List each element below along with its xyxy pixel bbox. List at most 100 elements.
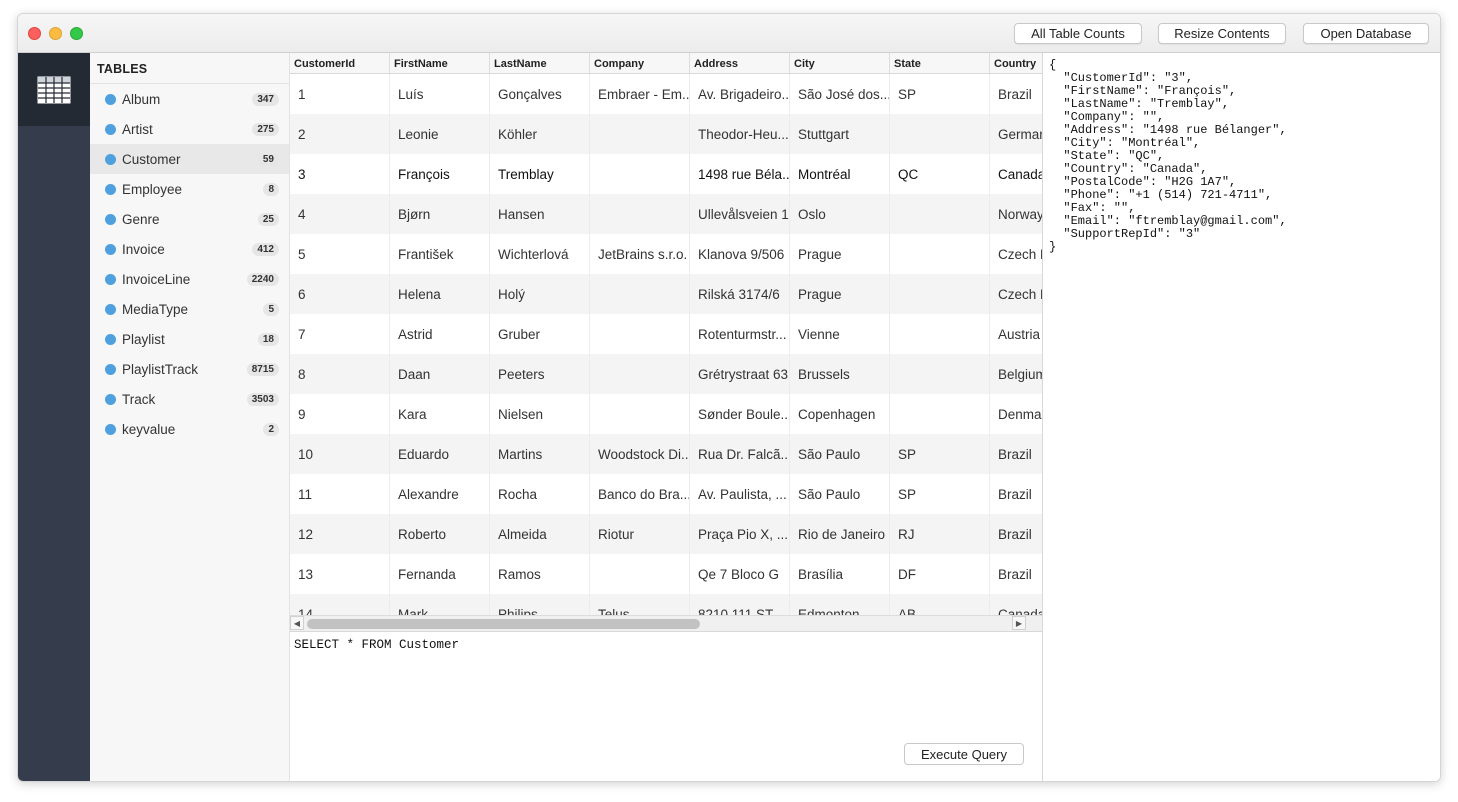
cell-city[interactable]: Montréal bbox=[790, 154, 890, 194]
column-header-customerid[interactable]: CustomerId bbox=[290, 53, 390, 74]
cell-state[interactable]: SP bbox=[890, 474, 990, 514]
cell-state[interactable]: DF bbox=[890, 554, 990, 594]
cell-country[interactable]: Brazil bbox=[990, 554, 1042, 594]
cell-state[interactable] bbox=[890, 394, 990, 434]
cell-city[interactable]: São José dos... bbox=[790, 74, 890, 114]
cell-country[interactable]: Denmark bbox=[990, 394, 1042, 434]
cell-customerid[interactable]: 2 bbox=[290, 114, 390, 154]
cell-city[interactable]: Prague bbox=[790, 274, 890, 314]
cell-firstname[interactable]: Alexandre bbox=[390, 474, 490, 514]
cell-city[interactable]: São Paulo bbox=[790, 434, 890, 474]
cell-customerid[interactable]: 13 bbox=[290, 554, 390, 594]
cell-lastname[interactable]: Holý bbox=[490, 274, 590, 314]
column-header-state[interactable]: State bbox=[890, 53, 990, 74]
cell-country[interactable]: Brazil bbox=[990, 474, 1042, 514]
cell-lastname[interactable]: Wichterlová bbox=[490, 234, 590, 274]
sidebar-item-track[interactable]: Track 3503 bbox=[90, 384, 289, 414]
cell-firstname[interactable]: Leonie bbox=[390, 114, 490, 154]
column-header-firstname[interactable]: FirstName bbox=[390, 53, 490, 74]
cell-country[interactable]: Austria bbox=[990, 314, 1042, 354]
cell-address[interactable]: Rilská 3174/6 bbox=[690, 274, 790, 314]
column-header-address[interactable]: Address bbox=[690, 53, 790, 74]
horizontal-scroll-thumb[interactable] bbox=[307, 619, 700, 629]
close-window-button[interactable] bbox=[28, 27, 41, 40]
cell-lastname[interactable]: Almeida bbox=[490, 514, 590, 554]
sidebar-item-keyvalue[interactable]: keyvalue 2 bbox=[90, 414, 289, 444]
table-row[interactable]: 6HelenaHolý Rilská 3174/6Prague Czech Repu… bbox=[290, 274, 1042, 314]
cell-customerid[interactable]: 8 bbox=[290, 354, 390, 394]
cell-city[interactable]: São Paulo bbox=[790, 474, 890, 514]
cell-company[interactable]: JetBrains s.r.o. bbox=[590, 234, 690, 274]
cell-city[interactable]: Copenhagen bbox=[790, 394, 890, 434]
cell-city[interactable]: Brussels bbox=[790, 354, 890, 394]
cell-state[interactable] bbox=[890, 234, 990, 274]
cell-state[interactable] bbox=[890, 194, 990, 234]
cell-company[interactable]: Banco do Bra... bbox=[590, 474, 690, 514]
table-row[interactable]: 4 Bjørn Hansen Ullevålsveien 14 Oslo Norway bbox=[290, 194, 1042, 234]
cell-address[interactable]: Av. Paulista, ... bbox=[690, 474, 790, 514]
cell-country[interactable]: Norway bbox=[990, 194, 1042, 234]
cell-state[interactable]: QC bbox=[890, 154, 990, 194]
sidebar-item-invoice[interactable]: Invoice 412 bbox=[90, 234, 289, 264]
column-header-lastname[interactable]: LastName bbox=[490, 53, 590, 74]
horizontal-scrollbar[interactable]: ◀ ▶ bbox=[290, 615, 1042, 631]
cell-address[interactable]: Theodor-Heu... bbox=[690, 114, 790, 154]
sidebar-item-artist[interactable]: Artist 275 bbox=[90, 114, 289, 144]
cell-firstname[interactable]: Kara bbox=[390, 394, 490, 434]
cell-company[interactable]: Embraer - Em... bbox=[590, 74, 690, 114]
cell-customerid[interactable]: 6 bbox=[290, 274, 390, 314]
cell-firstname[interactable]: František bbox=[390, 234, 490, 274]
cell-country[interactable]: Germany bbox=[990, 114, 1042, 154]
cell-state[interactable] bbox=[890, 354, 990, 394]
cell-firstname[interactable]: Eduardo bbox=[390, 434, 490, 474]
table-row[interactable]: 3 François Tremblay 1498 rue Béla... Montréa… bbox=[290, 154, 1042, 194]
cell-company[interactable]: Woodstock Di... bbox=[590, 434, 690, 474]
cell-firstname[interactable]: Bjørn bbox=[390, 194, 490, 234]
cell-lastname[interactable]: Ramos bbox=[490, 554, 590, 594]
cell-city[interactable]: Rio de Janeiro bbox=[790, 514, 890, 554]
cell-company[interactable] bbox=[590, 554, 690, 594]
cell-firstname[interactable]: Roberto bbox=[390, 514, 490, 554]
execute-query-button[interactable]: Execute Query bbox=[904, 743, 1024, 765]
cell-address[interactable]: Klanova 9/506 bbox=[690, 234, 790, 274]
cell-customerid[interactable]: 7 bbox=[290, 314, 390, 354]
table-row[interactable]: 5 František Wichterlová JetBrains s.r.o. Kla… bbox=[290, 234, 1042, 274]
table-row[interactable]: 11 Alexandre Rocha Banco do Bra... Av. Pauli… bbox=[290, 474, 1042, 514]
cell-address[interactable]: Ullevålsveien 14 bbox=[690, 194, 790, 234]
sidebar-item-employee[interactable]: Employee 8 bbox=[90, 174, 289, 204]
cell-state[interactable] bbox=[890, 274, 990, 314]
cell-customerid[interactable]: 1 bbox=[290, 74, 390, 114]
cell-customerid[interactable]: 9 bbox=[290, 394, 390, 434]
cell-city[interactable]: Oslo bbox=[790, 194, 890, 234]
cell-state[interactable]: SP bbox=[890, 74, 990, 114]
cell-company[interactable] bbox=[590, 314, 690, 354]
sidebar-item-album[interactable]: Album 347 bbox=[90, 84, 289, 114]
table-row[interactable]: 8 Daan Peeters Grétrystraat 63 Brussels Belgi… bbox=[290, 354, 1042, 394]
open-database-button[interactable]: Open Database bbox=[1303, 23, 1429, 44]
cell-firstname[interactable]: Daan bbox=[390, 354, 490, 394]
cell-country[interactable]: Belgium bbox=[990, 354, 1042, 394]
cell-firstname[interactable]: Helena bbox=[390, 274, 490, 314]
table-row[interactable]: 9 Kara Nielsen Sønder Boule... Copenhagen Den… bbox=[290, 394, 1042, 434]
arrow-right-icon[interactable]: ▶ bbox=[1012, 616, 1026, 630]
cell-company[interactable] bbox=[590, 394, 690, 434]
cell-customerid[interactable]: 12 bbox=[290, 514, 390, 554]
cell-firstname[interactable]: Fernanda bbox=[390, 554, 490, 594]
cell-company[interactable]: Riotur bbox=[590, 514, 690, 554]
column-header-company[interactable]: Company bbox=[590, 53, 690, 74]
cell-address[interactable]: Rua Dr. Falcã... bbox=[690, 434, 790, 474]
sidebar-item-playlist[interactable]: Playlist 18 bbox=[90, 324, 289, 354]
all-table-counts-button[interactable]: All Table Counts bbox=[1014, 23, 1142, 44]
cell-country[interactable]: Brazil bbox=[990, 74, 1042, 114]
column-header-country[interactable]: Country bbox=[990, 53, 1042, 74]
cell-address[interactable]: 1498 rue Béla... bbox=[690, 154, 790, 194]
cell-firstname[interactable]: Luís bbox=[390, 74, 490, 114]
zoom-window-button[interactable] bbox=[70, 27, 83, 40]
cell-company[interactable] bbox=[590, 274, 690, 314]
column-header-city[interactable]: City bbox=[790, 53, 890, 74]
cell-company[interactable] bbox=[590, 154, 690, 194]
arrow-left-icon[interactable]: ◀ bbox=[290, 616, 304, 630]
cell-lastname[interactable]: Hansen bbox=[490, 194, 590, 234]
table-row[interactable]: 12 Roberto Almeida Riotur Praça Pio X, ... Ri… bbox=[290, 514, 1042, 554]
cell-address[interactable]: Sønder Boule... bbox=[690, 394, 790, 434]
